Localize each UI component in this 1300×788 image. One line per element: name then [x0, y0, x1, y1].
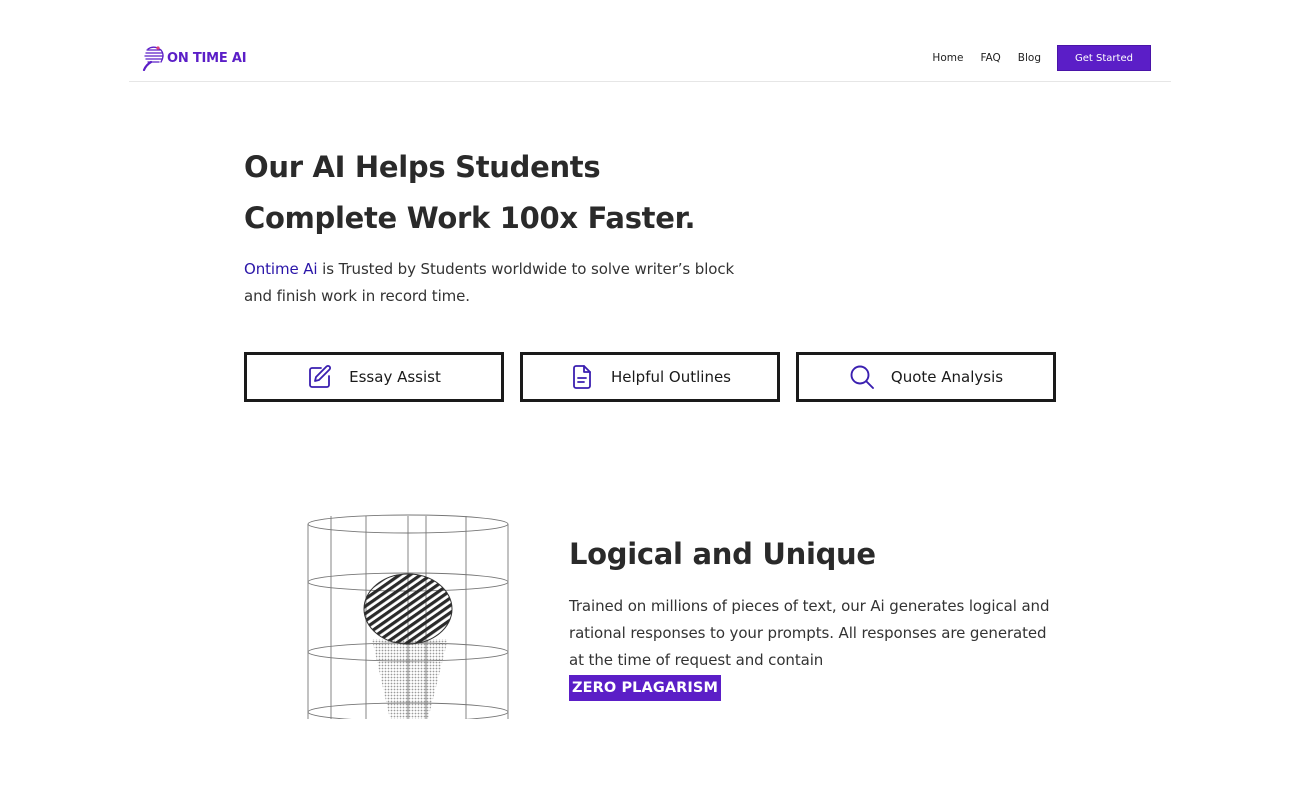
nav-link-faq[interactable]: FAQ: [980, 52, 1000, 64]
hero-title: Our AI Helps Students Complete Work 100x…: [244, 142, 804, 244]
nav-link-home[interactable]: Home: [932, 52, 963, 64]
nav-links: Home FAQ Blog Get Started: [932, 45, 1151, 71]
get-started-button[interactable]: Get Started: [1057, 45, 1151, 71]
search-icon: [850, 365, 874, 389]
zero-plagiarism-badge: ZERO PLAGARISM: [569, 675, 722, 701]
helpful-outlines-label: Helpful Outlines: [611, 368, 731, 386]
top-navbar: ON TIME AI Home FAQ Blog Get Started: [129, 40, 1171, 82]
hero-title-line1: Our AI Helps Students: [244, 150, 601, 184]
document-icon: [573, 365, 591, 389]
nav-link-blog[interactable]: Blog: [1018, 52, 1041, 64]
hero-subtitle: Ontime Ai is Trusted by Students worldwi…: [244, 256, 744, 310]
hero-title-line2: Complete Work 100x Faster.: [244, 201, 696, 235]
hero-subtitle-text: is Trusted by Students worldwide to solv…: [244, 260, 735, 305]
brain-cage-illustration: [307, 514, 509, 719]
brain-logo-icon: [142, 46, 164, 71]
site-logo[interactable]: ON TIME AI: [142, 44, 247, 72]
quote-analysis-label: Quote Analysis: [890, 368, 1004, 386]
essay-assist-button[interactable]: Essay Assist: [244, 352, 504, 402]
section-title: Logical and Unique: [569, 537, 876, 571]
essay-assist-label: Essay Assist: [349, 368, 441, 386]
brand-link[interactable]: Ontime Ai: [244, 260, 318, 278]
section-body: Trained on millions of pieces of text, o…: [569, 597, 1050, 669]
pencil-edit-icon: [309, 365, 332, 388]
logo-text: ON TIME AI: [167, 50, 247, 66]
helpful-outlines-button[interactable]: Helpful Outlines: [520, 352, 780, 402]
quote-analysis-button[interactable]: Quote Analysis: [796, 352, 1056, 402]
